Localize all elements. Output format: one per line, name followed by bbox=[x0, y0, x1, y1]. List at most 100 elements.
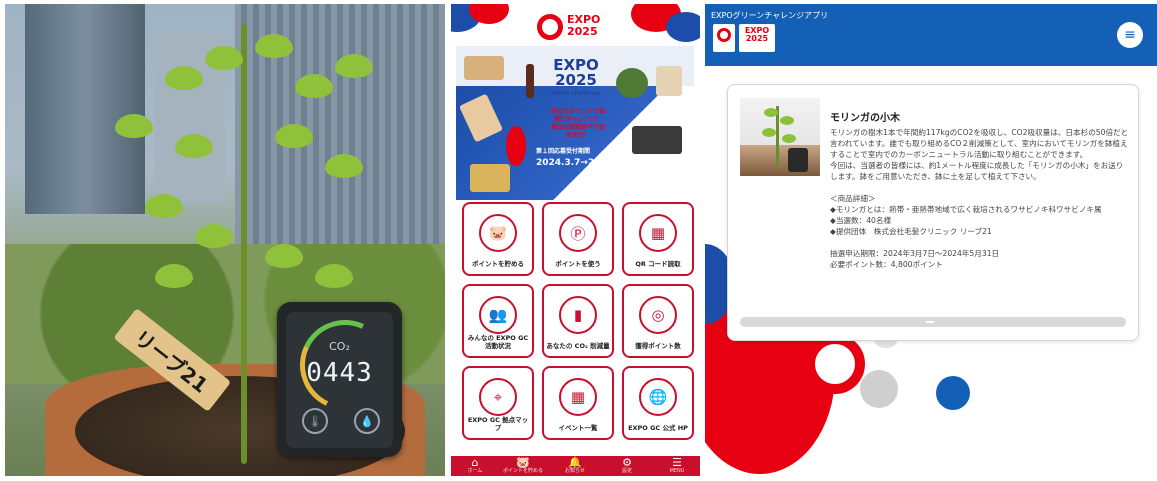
tile-qr-scan[interactable]: ▦ QR コード読取 bbox=[622, 202, 694, 276]
prize-item bbox=[464, 56, 504, 80]
product-detail-line: ◆モリンガとは：熱帯・亜熱帯地域で広く栽培されるワサビノキ科ワサビノキ属 bbox=[830, 205, 1102, 214]
tile-save-points[interactable]: 🐷 ポイントを貯める bbox=[462, 202, 534, 276]
banner-period-label: 第１回応募受付期間 bbox=[536, 148, 591, 155]
tile-label: イベント一覧 bbox=[558, 423, 598, 432]
tile-label: QR コード読取 bbox=[635, 259, 681, 268]
nav-settings[interactable]: ⚙ 設定 bbox=[607, 457, 647, 474]
prize-item bbox=[616, 68, 648, 98]
tile-events[interactable]: ▦ イベント一覧 bbox=[542, 366, 614, 440]
app-header: EXPOグリーンチャレンジアプリ EXPO 2025 ≡ bbox=[705, 4, 1157, 66]
nav-menu[interactable]: ☰ MENU bbox=[657, 457, 697, 474]
tile-official-site[interactable]: 🌐 EXPO GC 公式 HP bbox=[622, 366, 694, 440]
prize-item bbox=[526, 64, 534, 98]
thumb-leaf bbox=[762, 128, 776, 137]
map-icon: ⌖ bbox=[479, 378, 517, 416]
leaf bbox=[195, 224, 233, 248]
thumb-co2-meter bbox=[788, 148, 808, 172]
campaign-banner[interactable]: EXPO 2025 Green challenge 貯めたポイントで抽選にチャレ… bbox=[456, 46, 694, 200]
product-details-heading: ＜商品詳細＞ bbox=[830, 194, 876, 203]
nav-label: MENU bbox=[669, 468, 685, 474]
app-title: EXPOグリーンチャレンジアプリ bbox=[711, 11, 829, 20]
thermometer-icon: 🌡 bbox=[302, 408, 328, 434]
required-points: 必要ポイント数：4,800ポイント bbox=[830, 260, 943, 269]
tile-use-points[interactable]: Ⓟ ポイントを使う bbox=[542, 202, 614, 276]
leaf bbox=[115, 114, 153, 138]
expo-2025-logo: EXPO 2025 bbox=[537, 12, 617, 42]
leaf bbox=[325, 154, 363, 178]
tile-label: ポイントを使う bbox=[555, 259, 601, 268]
nav-label: お知らせ bbox=[565, 468, 585, 474]
banner-callout: 貯めたポイントで抽選にチャレンジ！ 景品は期間途中で追加予定！ bbox=[550, 108, 605, 139]
bottom-nav: ⌂ ホーム 🐷 ポイントを貯める 🔔 お知らせ ⚙ 設定 ☰ MENU bbox=[451, 456, 700, 476]
leaf bbox=[295, 74, 333, 98]
nav-notifications[interactable]: 🔔 お知らせ bbox=[555, 457, 595, 474]
leaf bbox=[335, 54, 373, 78]
tile-label: ポイントを貯める bbox=[472, 259, 524, 268]
expo-2025-logo: EXPO 2025 bbox=[739, 24, 775, 52]
humidity-icon: 💧 bbox=[354, 408, 380, 434]
expo-logo-text: EXPO 2025 bbox=[567, 13, 601, 38]
thumb-leaf bbox=[764, 108, 778, 117]
tile-label: あなたの CO₂ 削減量 bbox=[546, 341, 610, 350]
people-icon: 👥 bbox=[479, 296, 517, 334]
prize-item bbox=[470, 164, 510, 192]
prize-thumbnail bbox=[740, 98, 820, 176]
leaf bbox=[145, 194, 183, 218]
qr-scan-icon: ▦ bbox=[639, 214, 677, 252]
tile-co2-reduction[interactable]: ▮ あなたの CO₂ 削減量 bbox=[542, 284, 614, 358]
leaf bbox=[155, 264, 193, 288]
tile-everyone-activity[interactable]: 👥 みんなの EXPO GC 活動状況 bbox=[462, 284, 534, 358]
co2-label: CO₂ bbox=[329, 340, 350, 353]
nav-label: 設定 bbox=[621, 468, 632, 474]
leaf bbox=[265, 244, 303, 268]
coins-icon: Ⓟ bbox=[559, 214, 597, 252]
thumb-leaf bbox=[780, 116, 794, 125]
banner-title: EXPO 2025 bbox=[553, 56, 599, 89]
coin-stack-icon: ◎ bbox=[639, 296, 677, 334]
building bbox=[25, 4, 145, 214]
decor-dot bbox=[936, 376, 970, 410]
banner-subtitle: Green challenge bbox=[551, 90, 601, 97]
co2-reading: 0443 bbox=[306, 358, 373, 388]
co2-meter-screen: CO₂ 0443 🌡 💧 bbox=[286, 307, 403, 448]
phone-app-screen: EXPO 2025 EXPO 2025 Green challenge 貯めたポ… bbox=[451, 4, 700, 476]
nav-label: ホーム bbox=[467, 468, 483, 474]
application-deadline: 抽選申込期限：2024年3月7日～2024年5月31日 bbox=[830, 249, 1000, 258]
prize-description: モリンガの樹木1本で年間約117kgのCO2を吸収し、CO2吸収量は、日本杉の5… bbox=[830, 127, 1130, 270]
nav-save-points[interactable]: 🐷 ポイントを貯める bbox=[503, 457, 543, 474]
tile-earned-points[interactable]: ◎ 獲得ポイント数 bbox=[622, 284, 694, 358]
horizontal-scrollbar[interactable] bbox=[740, 317, 1126, 327]
co2-meter: CO₂ 0443 🌡 💧 bbox=[277, 302, 403, 457]
leaf bbox=[205, 46, 243, 70]
leaf bbox=[175, 134, 213, 158]
leaf bbox=[315, 264, 353, 288]
decor-blob bbox=[805, 334, 865, 394]
expo-logo-ring bbox=[537, 14, 563, 40]
tile-label: EXPO GC 公式 HP bbox=[628, 423, 688, 432]
bar-chart-icon: ▮ bbox=[559, 296, 597, 334]
web-icon: 🌐 bbox=[639, 378, 677, 416]
hamburger-menu-button[interactable]: ≡ bbox=[1117, 22, 1143, 48]
expo-symbol-logo bbox=[713, 24, 735, 52]
product-detail-line: ◆当選数：40名様 bbox=[830, 216, 892, 225]
tile-base-map[interactable]: ⌖ EXPO GC 拠点マップ bbox=[462, 366, 534, 440]
web-app-screen: EXPOグリーンチャレンジアプリ EXPO 2025 ≡ モリンガの小木 モリン… bbox=[705, 4, 1157, 476]
description-paragraph: モリンガの樹木1本で年間約117kgのCO2を吸収し、CO2吸収量は、日本杉の5… bbox=[830, 128, 1129, 159]
prize-title: モリンガの小木 bbox=[830, 113, 900, 124]
mascot-character bbox=[506, 126, 526, 166]
phone-header: EXPO 2025 bbox=[451, 4, 700, 46]
nav-home[interactable]: ⌂ ホーム bbox=[455, 457, 495, 474]
plant-stem bbox=[241, 24, 247, 464]
leaf bbox=[255, 34, 293, 58]
piggy-bank-icon: 🐷 bbox=[479, 214, 517, 252]
prize-item bbox=[656, 66, 682, 96]
decor-blob bbox=[666, 12, 700, 42]
thumb-leaf bbox=[782, 134, 796, 143]
tile-label: EXPO GC 拠点マップ bbox=[467, 416, 529, 432]
description-paragraph: 今回は、当選者の皆様には、約1メートル程度に成長した「モリンガの小木」をお送りし… bbox=[830, 161, 1124, 181]
calendar-icon: ▦ bbox=[559, 378, 597, 416]
leaf bbox=[275, 124, 313, 148]
leaf bbox=[165, 66, 203, 90]
prize-detail-card: モリンガの小木 モリンガの樹木1本で年間約117kgのCO2を吸収し、CO2吸収… bbox=[727, 84, 1139, 341]
banner-dates: 2024.3.7→2024.5.31 bbox=[536, 158, 639, 168]
